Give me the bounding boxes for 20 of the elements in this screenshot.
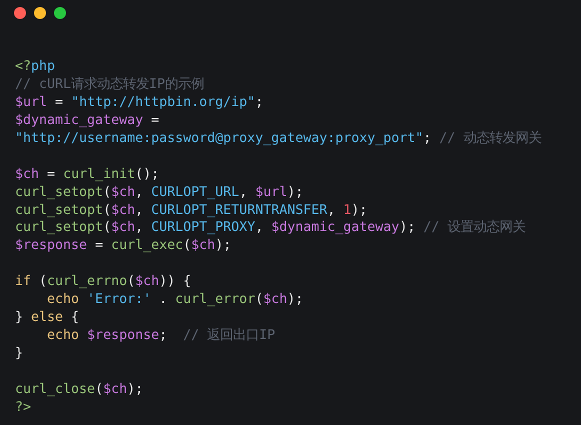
code-line: $response = curl_exec($ch); — [15, 237, 232, 256]
code-line: $dynamic_gateway = — [15, 112, 160, 130]
code-line: echo 'Error:' . curl_error($ch); — [47, 291, 304, 310]
code-line: "http://username:password@proxy_gateway:proxy_port"; // 动态转发网关 — [15, 130, 542, 148]
code-line: curl_close($ch); — [15, 380, 144, 399]
code-line: curl_setopt($ch, CURLOPT_RETURNTRANSFER, 1); — [15, 202, 368, 220]
window-control-button[interactable] — [54, 7, 66, 19]
code-line: $url = "http://httpbin.org/ip"; — [15, 94, 264, 112]
code-line: } — [15, 345, 24, 363]
window-control-button[interactable] — [14, 7, 26, 19]
code-line: ?> — [15, 398, 32, 417]
code-line: <?php — [15, 58, 56, 76]
code-line: curl_setopt($ch, CURLOPT_URL, $url); — [15, 184, 304, 202]
code-line: $ch = curl_init(); — [15, 166, 160, 184]
code-line: echo $response; // 返回出口IP — [47, 327, 276, 345]
code-line: curl_setopt($ch, CURLOPT_PROXY, $dynamic_gateway); // 设置动态网关 — [15, 219, 526, 238]
window-control-button[interactable] — [34, 7, 46, 19]
code-line: if (curl_errno($ch)) { — [15, 273, 192, 292]
code-line: } else { — [15, 309, 80, 328]
code-line: // cURL请求动态转发IP的示例 — [15, 76, 204, 94]
